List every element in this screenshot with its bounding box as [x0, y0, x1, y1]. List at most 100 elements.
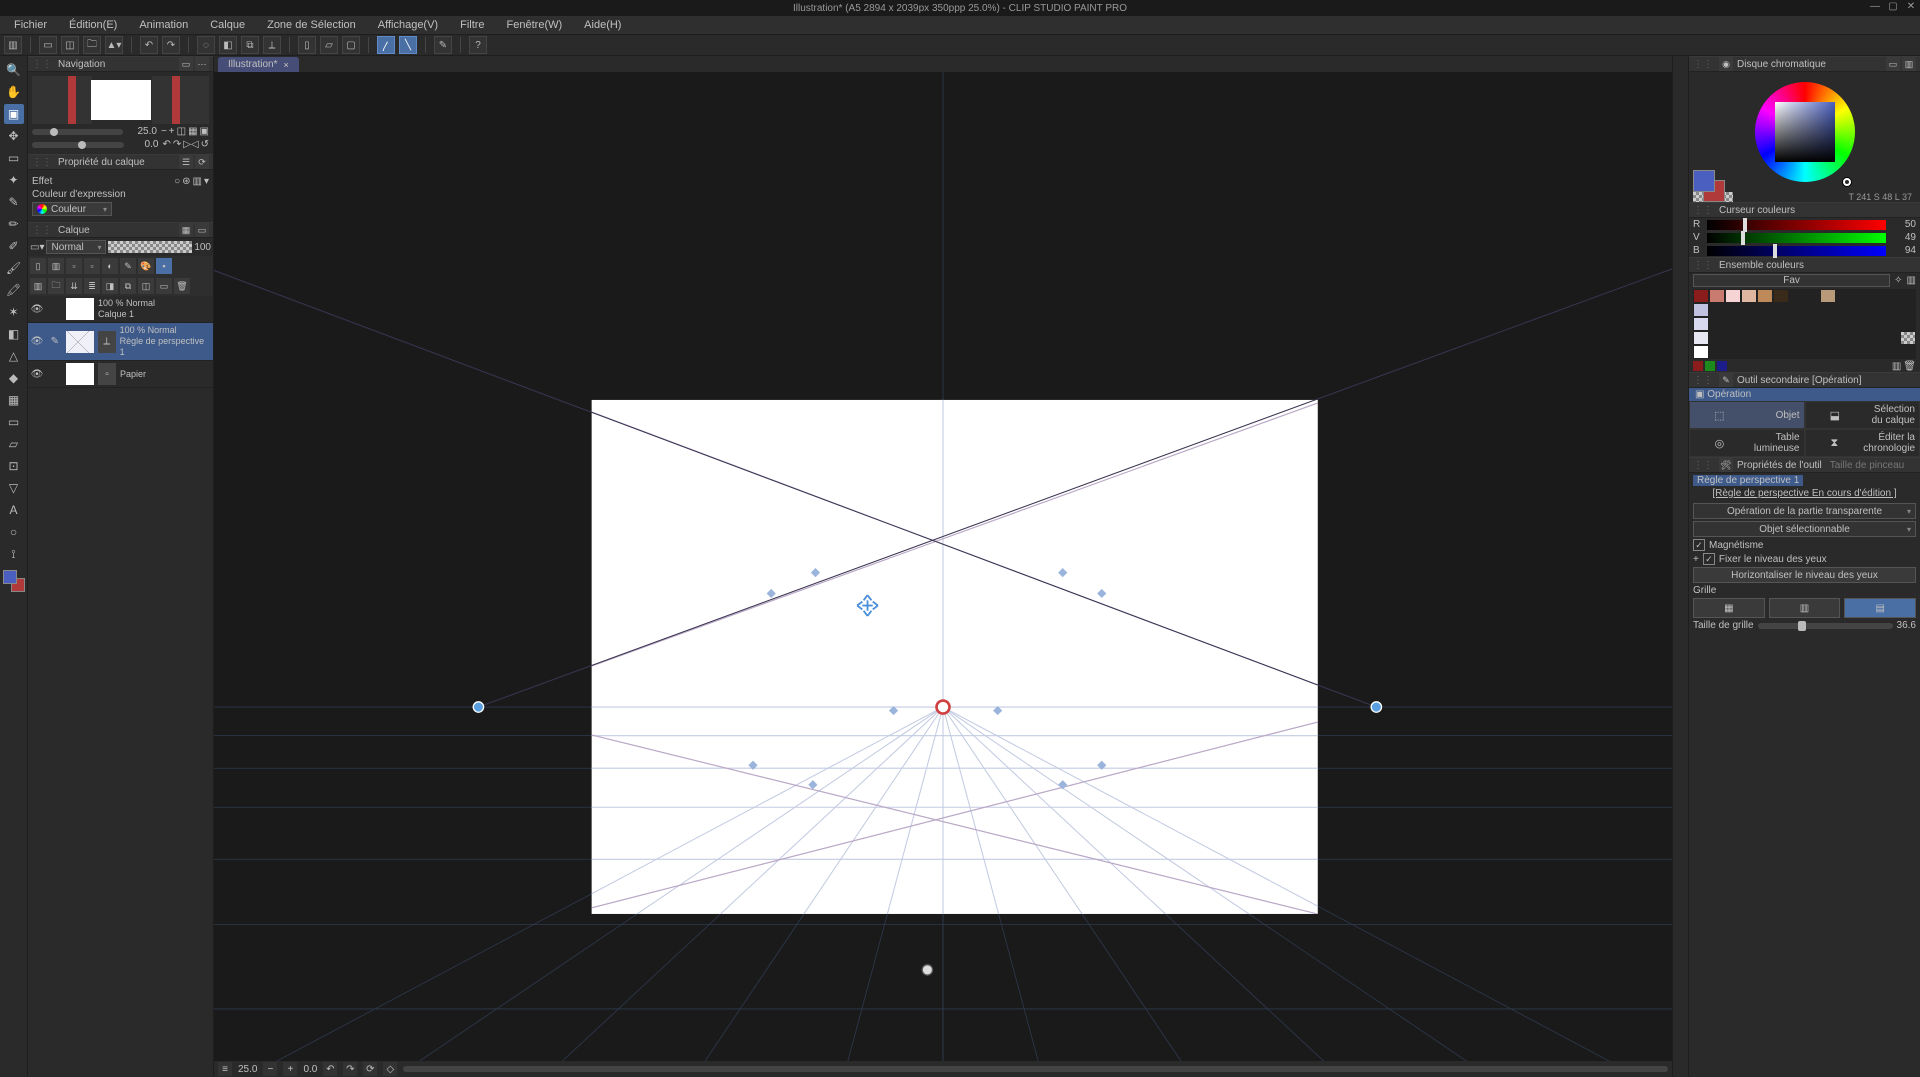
right-dock-strip[interactable]: [1672, 56, 1688, 1077]
drag-handle-icon[interactable]: ⋮⋮: [1693, 205, 1713, 216]
colorset-header[interactable]: ⋮⋮ Ensemble couleurs: [1689, 257, 1920, 273]
cmd-help-icon[interactable]: ?: [469, 36, 487, 54]
color-swatch[interactable]: [1789, 331, 1805, 345]
status-flip-icon[interactable]: ◇: [383, 1062, 397, 1076]
color-swatch[interactable]: [1725, 331, 1741, 345]
color-swatch[interactable]: [1836, 317, 1852, 331]
r-slider[interactable]: [1707, 220, 1886, 230]
tool-wand[interactable]: ✦: [4, 170, 24, 190]
tool-grad[interactable]: ▦: [4, 390, 24, 410]
cmd-snap1-icon[interactable]: ▯: [298, 36, 316, 54]
layer-item-perspective[interactable]: 👁 ✎ ⟂ 100 % Normal Règle de perspective …: [28, 323, 213, 361]
layers-grid-icon[interactable]: ▦: [179, 223, 193, 237]
menu-filter[interactable]: Filtre: [450, 18, 494, 32]
color-swatch[interactable]: [1852, 289, 1868, 303]
tool-ruler[interactable]: ⊡: [4, 456, 24, 476]
checkbox-icon[interactable]: ✓: [1693, 539, 1705, 551]
tool-correct[interactable]: ⟟: [4, 544, 24, 564]
color-swatch[interactable]: [1900, 331, 1916, 345]
color-swatch[interactable]: [1773, 317, 1789, 331]
layers-header[interactable]: ⋮⋮ Calque ▦ ▭: [28, 222, 213, 238]
color-swatch[interactable]: [1868, 331, 1884, 345]
color-swatch[interactable]: [1741, 303, 1757, 317]
fx-layer-icon[interactable]: ▥: [193, 176, 202, 187]
swatch-del-icon[interactable]: 🗑: [1903, 361, 1916, 372]
recent-swatch[interactable]: [1705, 361, 1715, 371]
horizontalize-btn[interactable]: Horizontaliser le niveau des yeux: [1693, 567, 1916, 583]
preset-add-icon[interactable]: ✧: [1894, 275, 1902, 286]
color-swatch[interactable]: [1900, 345, 1916, 359]
recent-swatch[interactable]: [1717, 361, 1727, 371]
grid-icon[interactable]: ▦: [188, 126, 197, 137]
tool-pen[interactable]: ✏: [4, 214, 24, 234]
foreground-swatch[interactable]: [1693, 170, 1715, 192]
status-zoom-in[interactable]: +: [283, 1062, 297, 1076]
color-swatch[interactable]: [1773, 289, 1789, 303]
menu-select[interactable]: Zone de Sélection: [257, 18, 366, 32]
tool-air[interactable]: 🖍: [4, 280, 24, 300]
cmd-edit-icon[interactable]: ✎: [434, 36, 452, 54]
cmd-tri-icon[interactable]: ▲▾: [105, 36, 123, 54]
snap-check[interactable]: ✓ Magnétisme: [1693, 539, 1916, 551]
sv-box[interactable]: [1775, 102, 1835, 162]
color-swatch[interactable]: [1741, 317, 1757, 331]
close-icon[interactable]: ×: [283, 60, 288, 70]
color-swatch[interactable]: [1805, 345, 1821, 359]
color-swatch[interactable]: [1757, 317, 1773, 331]
eye-icon[interactable]: 👁: [31, 336, 44, 347]
color-swatch[interactable]: [1789, 303, 1805, 317]
status-scrollbar[interactable]: [403, 1066, 1668, 1072]
merge-icon[interactable]: ≣: [84, 278, 100, 294]
color-swatch[interactable]: [1820, 345, 1836, 359]
color-swatch[interactable]: [1773, 331, 1789, 345]
menu-anim[interactable]: Animation: [129, 18, 198, 32]
color-swatch[interactable]: [1868, 289, 1884, 303]
menu-window[interactable]: Fenêtre(W): [497, 18, 573, 32]
color-swatch[interactable]: [1693, 289, 1709, 303]
hue-picker[interactable]: [1843, 178, 1851, 186]
color-swatch[interactable]: [1709, 345, 1725, 359]
zoom-out-icon[interactable]: −: [161, 126, 167, 137]
paper-type-icon[interactable]: ▫: [98, 363, 116, 385]
ring-icon[interactable]: ◉: [1719, 57, 1733, 71]
color-swatch[interactable]: [1900, 317, 1916, 331]
color-swatch[interactable]: [1820, 317, 1836, 331]
color-swatch[interactable]: [1757, 303, 1773, 317]
tool-frame[interactable]: ▱: [4, 434, 24, 454]
rot-left-icon[interactable]: ↶: [162, 139, 170, 150]
color-swatch[interactable]: [1820, 303, 1836, 317]
plus-icon[interactable]: +: [1693, 554, 1699, 565]
tool-blend[interactable]: △: [4, 346, 24, 366]
ref-icon[interactable]: ◐: [102, 258, 118, 274]
color-swatch[interactable]: [1693, 331, 1709, 345]
color-swatch[interactable]: [1852, 345, 1868, 359]
nav-canvas-thumb[interactable]: [91, 80, 151, 120]
lock-trans-icon[interactable]: ▯: [30, 258, 46, 274]
color-swatch[interactable]: [1868, 317, 1884, 331]
drag-handle-icon[interactable]: ⋮⋮: [1693, 375, 1713, 386]
pencil-icon[interactable]: ✎: [51, 336, 59, 347]
v-value[interactable]: 49: [1890, 232, 1916, 243]
rot-slider[interactable]: [32, 142, 124, 148]
color-swatch[interactable]: [1693, 303, 1709, 317]
mask-icon[interactable]: ▪: [156, 258, 172, 274]
cmd-sel1-icon[interactable]: ◧: [219, 36, 237, 54]
hue-ring[interactable]: [1755, 82, 1855, 182]
toolprop-header[interactable]: ⋮⋮ 🛠 Propriétés de l'outil Taille de pin…: [1689, 457, 1920, 473]
menu-file[interactable]: Fichier: [4, 18, 57, 32]
expr-select[interactable]: Couleur ▾: [32, 202, 112, 216]
color-swatch[interactable]: [1820, 331, 1836, 345]
lock-pxl-icon[interactable]: ▥: [48, 258, 64, 274]
tool-eraser[interactable]: ◧: [4, 324, 24, 344]
drag-handle-icon[interactable]: ⋮⋮: [32, 157, 52, 168]
tool-shape[interactable]: ▭: [4, 412, 24, 432]
sliders-header[interactable]: ⋮⋮ Curseur couleurs: [1689, 202, 1920, 218]
color-swatch[interactable]: [1725, 345, 1741, 359]
swatch-add-icon[interactable]: ▥: [1892, 361, 1901, 372]
eye-icon[interactable]: 👁: [31, 304, 44, 315]
color-swatch[interactable]: [1709, 317, 1725, 331]
color-swatch[interactable]: [1741, 289, 1757, 303]
grid-size-slider[interactable]: [1758, 623, 1893, 629]
color-swatch[interactable]: [1693, 345, 1709, 359]
layer-item-paper[interactable]: 👁 ▫ Papier: [28, 361, 213, 388]
